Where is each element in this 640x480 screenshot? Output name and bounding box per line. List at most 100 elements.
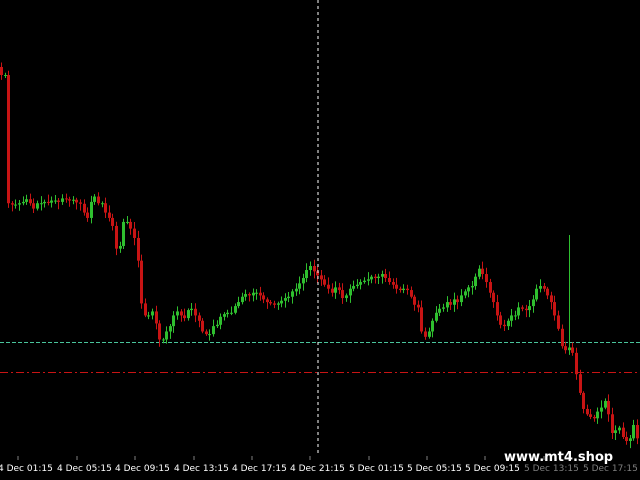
candle [25,194,28,205]
candle [61,194,64,205]
candle-body [252,292,255,296]
price-chart[interactable]: 4 Dec 01:15 4 Dec 05:15 4 Dec 09:15 4 Dec 1… [0,0,640,480]
candle [93,194,96,205]
candle [424,327,427,340]
candle [144,298,147,318]
candle [579,369,582,396]
candle [18,199,21,211]
candle-body [137,237,140,261]
candle-body [277,303,280,305]
candle [309,261,312,276]
candle-body [496,302,499,316]
candle-body [499,315,502,325]
candle-body [507,320,510,327]
candle [575,347,578,380]
candle-body [370,276,373,280]
candle-body [320,275,323,280]
candle [101,201,104,208]
candle-body [93,196,96,202]
candle [147,311,150,320]
candle-body [392,282,395,285]
candle-body [550,295,553,303]
candle [632,419,635,441]
candle-body [284,298,287,301]
candle-body [298,283,301,289]
candle [571,342,574,356]
candle [223,312,226,321]
candle-body [589,414,592,417]
candle [295,283,298,296]
time-axis-label: 5 Dec 13:15 [524,464,579,474]
candle-body [399,288,402,291]
candle-body [410,290,413,297]
candle [284,293,287,308]
candle-body [86,212,89,218]
candle-body [40,203,43,205]
candle-body [187,310,190,319]
candle-body [413,296,416,305]
candle [474,273,477,290]
candle-body [377,276,380,279]
candle-body [165,331,168,340]
candle [636,419,639,445]
candle [413,294,416,311]
candle-body [194,308,197,316]
candle [341,283,344,304]
candle-body [291,291,294,297]
candle [582,391,585,414]
candle [392,278,395,289]
candle-body [61,198,64,202]
candle-body [582,392,585,409]
candle-body [216,324,219,327]
candle [50,196,53,208]
candle [406,284,409,295]
candle-body [395,284,398,289]
candle-body [108,212,111,218]
candle [262,292,265,304]
candle [198,312,201,328]
reference-lines [0,342,640,373]
candle [410,286,413,299]
candle-body [259,292,262,296]
candle-body [510,315,513,321]
candle [535,284,538,302]
candle [122,218,125,249]
candle-body [632,424,635,439]
candle-body [636,424,639,439]
candle [176,306,179,320]
candle-body [223,314,226,317]
candle-body [287,296,290,299]
candle-body [269,302,272,304]
candle-body [133,228,136,238]
candle [517,302,520,320]
candle [557,310,560,331]
candle [169,323,172,339]
candlestick-series [0,62,639,449]
candle-body [489,282,492,293]
candle [442,303,445,312]
candle [499,311,502,329]
chart-canvas[interactable]: 4 Dec 01:15 4 Dec 05:15 4 Dec 09:15 4 Dec 1… [0,0,640,480]
candle [589,409,592,420]
candle-body [586,408,589,415]
candle-body [0,66,3,75]
candle-body [349,288,352,296]
candle [460,289,463,307]
candle [187,308,190,321]
candle [345,293,348,302]
candle [302,273,305,291]
candle-body [607,400,610,415]
candle-body [406,288,409,291]
candle-body [18,203,21,205]
candle-body [111,217,114,226]
candle [47,194,50,206]
candle-body [65,198,68,200]
time-axis-label: 4 Dec 17:15 [232,464,287,474]
candle [374,274,377,284]
candle [435,306,438,323]
candle [165,326,168,344]
candle [395,277,398,294]
candle [269,299,272,306]
candle-body [155,311,158,324]
candle [298,276,301,295]
